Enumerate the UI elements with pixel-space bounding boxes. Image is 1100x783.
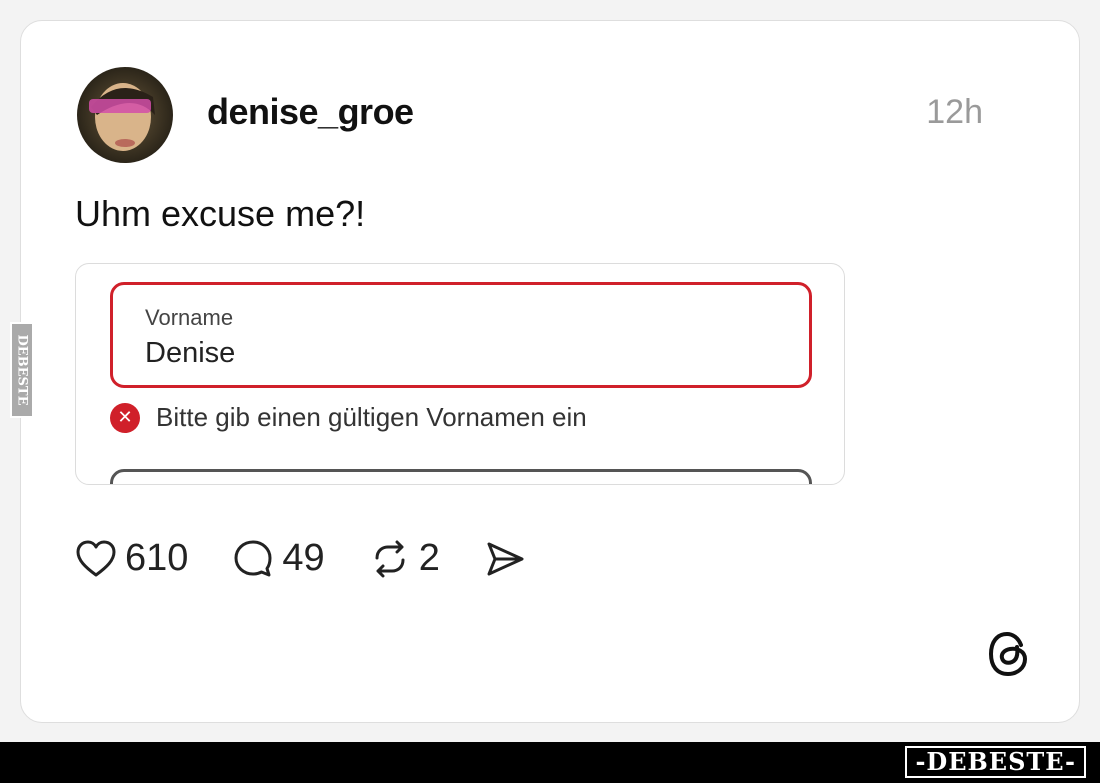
share-icon bbox=[487, 542, 524, 575]
action-bar: 610 49 2 bbox=[75, 537, 570, 580]
share-button[interactable] bbox=[484, 538, 526, 580]
post-text: Uhm excuse me?! bbox=[75, 193, 366, 234]
error-row: ✕ Bitte gib einen gültigen Vornamen ein bbox=[110, 402, 587, 433]
avatar-image bbox=[77, 67, 173, 163]
error-icon: ✕ bbox=[110, 402, 140, 433]
comment-icon bbox=[234, 540, 272, 576]
reply-button[interactable]: 49 bbox=[232, 537, 325, 580]
side-watermark: DEBESTE bbox=[10, 322, 34, 418]
username[interactable]: denise_groe bbox=[207, 91, 414, 133]
field-value: Denise bbox=[145, 337, 236, 369]
repost-count: 2 bbox=[418, 537, 440, 579]
error-message: Bitte gib einen gültigen Vornamen ein bbox=[156, 402, 587, 432]
like-count: 610 bbox=[125, 537, 189, 579]
avatar[interactable] bbox=[77, 67, 173, 163]
like-button[interactable]: 610 bbox=[75, 537, 188, 580]
repost-icon bbox=[375, 540, 405, 577]
reply-count: 49 bbox=[282, 537, 325, 579]
next-form-field bbox=[110, 469, 812, 484]
threads-logo-icon[interactable] bbox=[985, 629, 1033, 679]
bottom-watermark: -DEBESTE- bbox=[905, 746, 1086, 778]
post-timestamp: 12h bbox=[926, 93, 983, 131]
post-card: denise_groe 12h Uhm excuse me?! Vorname … bbox=[20, 20, 1080, 723]
embedded-screenshot[interactable]: Vorname Denise ✕ Bitte gib einen gültige… bbox=[75, 263, 845, 485]
heart-icon bbox=[76, 540, 116, 576]
side-watermark-text: DEBESTE bbox=[14, 334, 30, 406]
repost-button[interactable]: 2 bbox=[369, 537, 440, 580]
field-label: Vorname bbox=[145, 305, 234, 330]
first-name-field: Vorname Denise bbox=[110, 282, 812, 388]
